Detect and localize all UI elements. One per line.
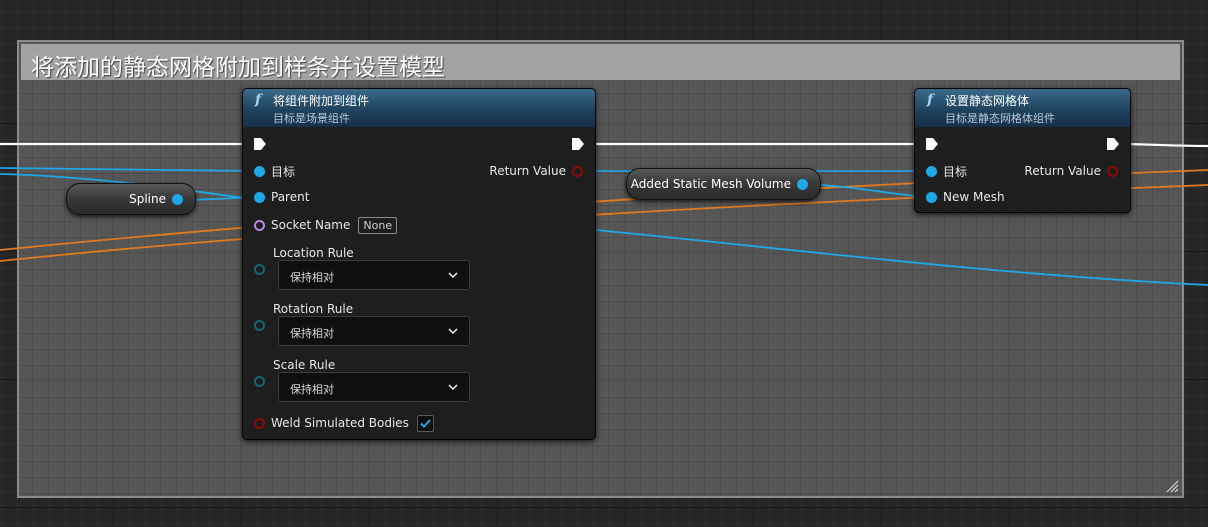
- weld-simulated-bodies-pin-row[interactable]: Weld Simulated Bodies: [254, 413, 434, 433]
- target-pin-label: 目标: [271, 164, 296, 179]
- check-icon: [420, 418, 431, 428]
- location-rule-dropdown[interactable]: 保持相对: [278, 260, 470, 290]
- rotation-rule-dropdown[interactable]: 保持相对: [278, 316, 470, 346]
- set-mesh-target-input-pin[interactable]: [926, 165, 937, 177]
- object-wire: [0, 167, 257, 172]
- parent-input-pin[interactable]: [254, 191, 265, 203]
- set-mesh-return-value-output-pin[interactable]: [1107, 165, 1118, 177]
- return-value-pin-row[interactable]: Return Value: [489, 161, 583, 181]
- scale-rule-label: Scale Rule: [273, 358, 336, 372]
- set-mesh-target-pin-row[interactable]: 目标: [926, 161, 967, 181]
- socket-name-pin-row[interactable]: Socket Name None: [254, 215, 398, 235]
- new-mesh-pin-row[interactable]: New Mesh: [926, 187, 1005, 207]
- spline-output-pin[interactable]: [172, 193, 183, 205]
- parent-pin-row[interactable]: Parent: [254, 187, 309, 207]
- location-rule-value: 保持相对: [290, 271, 334, 284]
- socket-name-label: Socket Name: [271, 218, 351, 232]
- scale-rule-input-pin[interactable]: [254, 376, 265, 387]
- rotation-rule-value: 保持相对: [290, 327, 334, 340]
- scale-rule-value: 保持相对: [290, 383, 334, 396]
- function-icon: f: [255, 92, 262, 108]
- attach-component-node[interactable]: f 将组件附加到组件 目标是场景组件 目标 Return Value Paren…: [242, 88, 596, 440]
- attach-node-header[interactable]: f 将组件附加到组件 目标是场景组件: [243, 89, 595, 127]
- wires-layer: [0, 142, 1208, 286]
- exec-input-pin[interactable]: [253, 137, 267, 151]
- new-mesh-input-pin[interactable]: [926, 191, 937, 203]
- set-static-mesh-node[interactable]: f 设置静态网格体 目标是静态网格体组件 目标 Return Value New…: [914, 88, 1131, 213]
- weld-input-pin[interactable]: [254, 417, 265, 429]
- mesh-volume-label: Added Static Mesh Volume: [630, 177, 791, 191]
- exec-wire: [1117, 142, 1208, 148]
- weld-simulated-bodies-label: Weld Simulated Bodies: [271, 416, 409, 430]
- spline-variable-node[interactable]: Spline: [66, 183, 196, 215]
- return-value-label: Return Value: [489, 164, 566, 178]
- scale-rule-dropdown[interactable]: 保持相对: [278, 372, 470, 402]
- chevron-down-icon: [448, 328, 458, 335]
- added-static-mesh-volume-node[interactable]: Added Static Mesh Volume: [626, 168, 821, 200]
- weld-checkbox[interactable]: [416, 414, 434, 432]
- exec-input-pin[interactable]: [925, 137, 939, 151]
- exec-output-pin[interactable]: [571, 137, 585, 151]
- object-wire: [595, 229, 1208, 286]
- new-mesh-label: New Mesh: [943, 190, 1005, 204]
- set-mesh-return-value-pin-row[interactable]: Return Value: [1024, 161, 1118, 181]
- set-mesh-target-label: 目标: [943, 164, 968, 179]
- mesh-volume-output-pin[interactable]: [797, 178, 808, 190]
- location-rule-label: Location Rule: [273, 246, 354, 260]
- function-icon: f: [927, 92, 934, 108]
- socket-name-field[interactable]: None: [358, 216, 398, 234]
- rotation-rule-input-pin[interactable]: [254, 320, 265, 331]
- spline-label: Spline: [129, 192, 166, 206]
- return-value-output-pin[interactable]: [572, 165, 583, 177]
- rotation-rule-label: Rotation Rule: [273, 302, 354, 316]
- chevron-down-icon: [448, 272, 458, 279]
- parent-pin-label: Parent: [271, 190, 310, 204]
- exec-output-pin[interactable]: [1106, 137, 1120, 151]
- target-input-pin[interactable]: [254, 165, 265, 177]
- target-pin-row[interactable]: 目标: [254, 161, 295, 181]
- set-mesh-return-value-label: Return Value: [1024, 164, 1101, 178]
- chevron-down-icon: [448, 384, 458, 391]
- attach-node-title: 将组件附加到组件: [273, 94, 370, 108]
- socket-name-input-pin[interactable]: [254, 219, 265, 231]
- set-mesh-node-title: 设置静态网格体: [945, 94, 1030, 108]
- set-mesh-node-header[interactable]: f 设置静态网格体 目标是静态网格体组件: [915, 89, 1130, 127]
- set-mesh-node-subtitle: 目标是静态网格体组件: [945, 112, 1055, 125]
- location-rule-input-pin[interactable]: [254, 264, 265, 275]
- attach-node-subtitle: 目标是场景组件: [273, 112, 350, 125]
